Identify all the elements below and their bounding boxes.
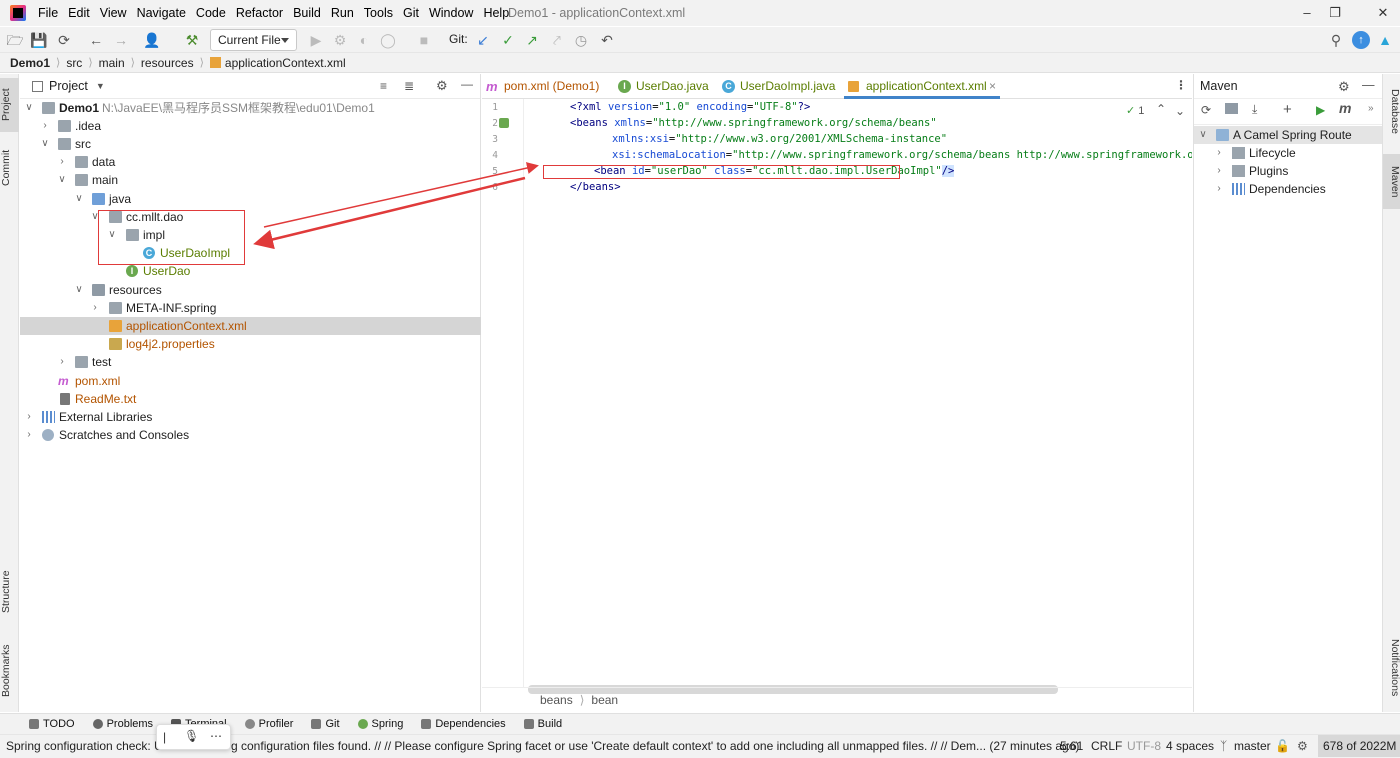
profiler-icon <box>244 719 255 729</box>
dependencies-icon <box>421 719 432 729</box>
status-message[interactable]: Spring configuration check: Un <box>6 735 169 758</box>
annotation-arrow-to-bean <box>263 162 539 228</box>
annotation-arrow-to-package <box>253 176 526 250</box>
build-icon <box>523 719 534 729</box>
tool-spring[interactable]: Spring <box>349 718 413 730</box>
floating-mini-toolbar: | 🎙 ⋯ <box>156 724 231 750</box>
microphone-icon[interactable]: 🎙 <box>184 729 199 743</box>
git-branch-icon: ᛉ <box>1220 739 1228 753</box>
caret-position[interactable]: 5:61 <box>1060 735 1083 758</box>
tool-dependencies[interactable]: Dependencies <box>412 718 514 730</box>
tool-build[interactable]: Build <box>515 718 571 730</box>
indent-setting[interactable]: 4 spaces <box>1166 735 1214 758</box>
lock-icon[interactable]: 🔓 <box>1275 735 1290 758</box>
more-options-icon[interactable]: ⋯ <box>210 729 222 743</box>
memory-indicator[interactable]: 678 of 2022M <box>1318 735 1400 757</box>
git-branch[interactable]: master <box>1234 735 1271 758</box>
file-encoding[interactable]: UTF-8 <box>1127 735 1161 758</box>
tool-profiler[interactable]: Profiler <box>236 718 303 730</box>
annotation-arrows <box>253 162 539 250</box>
tool-todo[interactable]: TODO <box>20 718 84 730</box>
todo-icon <box>29 719 39 729</box>
problems-icon <box>92 719 103 729</box>
git-branch-icon <box>311 719 322 729</box>
line-separator[interactable]: CRLF <box>1091 735 1122 758</box>
text-cursor-icon[interactable]: | <box>163 730 166 744</box>
spring-icon <box>357 719 368 729</box>
inspector-icon[interactable]: ⚙ <box>1297 735 1308 758</box>
tool-git[interactable]: Git <box>302 718 348 730</box>
status-message-cont[interactable]: g configuration files found. // // Pleas… <box>231 735 1079 758</box>
tool-problems[interactable]: Problems <box>84 718 162 730</box>
